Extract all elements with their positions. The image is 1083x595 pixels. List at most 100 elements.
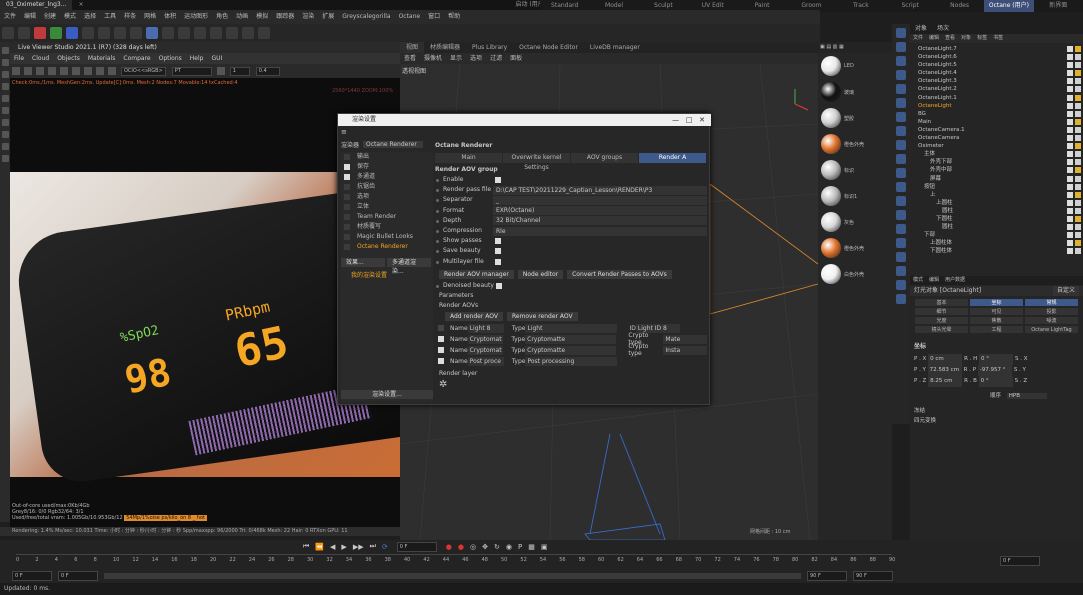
region-icon[interactable]: [72, 67, 80, 75]
aov-name-field[interactable]: Cryptomat: [467, 345, 504, 355]
knife-tool-icon[interactable]: [1, 107, 9, 114]
freeze-section[interactable]: 冻结: [914, 406, 936, 416]
field-checkbox[interactable]: [495, 177, 501, 184]
visibility-toggle[interactable]: [1067, 135, 1073, 142]
move-tool-icon[interactable]: [1, 47, 9, 54]
tag-icon[interactable]: [1075, 232, 1081, 239]
tag-icon[interactable]: [1075, 110, 1081, 117]
cube-icon[interactable]: [896, 56, 906, 66]
menu-item[interactable]: Greyscalegorilla: [338, 10, 394, 24]
field-checkbox[interactable]: [495, 248, 501, 255]
viewport-menu-item[interactable]: 过滤: [486, 53, 506, 64]
sidebar-checkbox[interactable]: [344, 214, 350, 220]
live-viewer-menu-item[interactable]: Materials: [84, 53, 120, 64]
viewport-tab[interactable]: Plus Library: [466, 42, 513, 53]
field-value[interactable]: Rle: [493, 226, 707, 236]
file-tab[interactable]: 03_Oximeter_lng3...: [0, 0, 73, 10]
viewport-menu-item[interactable]: 选项: [466, 53, 486, 64]
attribute-tab[interactable]: 用户数据: [942, 276, 968, 285]
octane-tab[interactable]: Main: [435, 153, 503, 163]
visibility-toggle[interactable]: [1067, 159, 1073, 166]
tag-icon[interactable]: [1075, 126, 1081, 133]
coord-value[interactable]: 0 °: [979, 354, 1014, 365]
sidebar-item[interactable]: 立体: [341, 202, 433, 212]
rotate-tool-icon[interactable]: [1, 59, 9, 66]
object-row[interactable]: 下圆柱体: [910, 247, 1083, 255]
tag-icon[interactable]: [1075, 143, 1081, 150]
menu-item[interactable]: 网格: [140, 10, 160, 24]
tag-icon[interactable]: [1075, 54, 1081, 61]
attribute-group-tab[interactable]: Octane LightTag: [1024, 325, 1079, 334]
render-picture-icon[interactable]: [114, 27, 126, 39]
visibility-toggle[interactable]: [1067, 151, 1073, 158]
object-row[interactable]: 上圆柱体: [910, 239, 1083, 247]
aov-checkbox[interactable]: [438, 347, 444, 354]
sidebar-checkbox[interactable]: [344, 174, 350, 180]
field-value[interactable]: _: [493, 195, 707, 205]
aov-name-field[interactable]: Post proce: [467, 356, 504, 366]
object-manager-menu-item[interactable]: 编辑: [926, 34, 942, 43]
right-frame-field[interactable]: 0 F: [1000, 556, 1040, 566]
num-field-1[interactable]: 1: [229, 66, 250, 76]
sidebar-checkbox[interactable]: [344, 224, 350, 230]
end-frame-field[interactable]: 90 F: [853, 571, 893, 581]
render-layer-section[interactable]: Render layer: [435, 369, 707, 379]
object-row[interactable]: 下部: [910, 231, 1083, 239]
render-aovs-section[interactable]: Render AOVs: [435, 301, 707, 311]
layout-tab[interactable]: Octane (用户): [984, 0, 1034, 12]
sky-icon[interactable]: [896, 252, 906, 262]
camera-icon[interactable]: [896, 140, 906, 150]
tag-icon[interactable]: [1075, 78, 1081, 85]
octane-tab[interactable]: AOV groups: [571, 153, 639, 163]
attribute-group-tab[interactable]: 噪波: [1024, 316, 1079, 325]
material-item[interactable]: LED: [818, 53, 892, 79]
record-icon[interactable]: ●: [446, 543, 452, 551]
visibility-toggle[interactable]: [1067, 102, 1073, 109]
aov-type-select[interactable]: Cryptomatte: [525, 334, 617, 344]
object-row[interactable]: OctaneLight.1: [910, 94, 1083, 102]
menu-item[interactable]: 窗口: [424, 10, 444, 24]
box-icon[interactable]: [896, 196, 906, 206]
menu-item[interactable]: 文件: [0, 10, 20, 24]
sidebar-item[interactable]: Magic Bullet Looks: [341, 232, 433, 242]
aov-checkbox[interactable]: [438, 336, 444, 343]
sidebar-item[interactable]: Octane Renderer: [341, 242, 433, 252]
object-row[interactable]: OctaneLight.3: [910, 77, 1083, 85]
layout-tab[interactable]: 新界面: [1034, 0, 1083, 12]
visibility-toggle[interactable]: [1067, 54, 1073, 61]
object-row[interactable]: 外壳中部: [910, 166, 1083, 174]
coord-value[interactable]: 0 °: [978, 376, 1013, 387]
close-icon[interactable]: — □ ✕: [672, 114, 705, 126]
visibility-toggle[interactable]: [1067, 86, 1073, 93]
object-manager-menu-item[interactable]: 对象: [958, 34, 974, 43]
field-icon[interactable]: [896, 210, 906, 220]
viewport-menu-item[interactable]: 面板: [506, 53, 526, 64]
visibility-toggle[interactable]: [1067, 110, 1073, 117]
prev-key-icon[interactable]: ⏪: [315, 543, 324, 551]
multipass-button[interactable]: 多通道渲染...: [387, 258, 431, 275]
order-select[interactable]: HPB: [1006, 393, 1047, 399]
sidebar-checkbox[interactable]: [344, 234, 350, 240]
object-row[interactable]: OctaneLight: [910, 102, 1083, 110]
attribute-group-tab[interactable]: 镜头光晕: [914, 325, 969, 334]
lock-icon[interactable]: [60, 67, 68, 75]
param-key-icon[interactable]: P: [518, 543, 522, 551]
aov-checkbox[interactable]: [438, 358, 444, 365]
sidebar-checkbox[interactable]: [344, 194, 350, 200]
renderer-select[interactable]: Octane Renderer: [363, 141, 424, 148]
light-icon[interactable]: [258, 27, 270, 39]
null-icon[interactable]: [896, 224, 906, 234]
visibility-toggle[interactable]: [1067, 78, 1073, 85]
material-item[interactable]: 橙色外壳: [818, 235, 892, 261]
tag-icon[interactable]: [1075, 183, 1081, 190]
remove-aov-button[interactable]: Remove render AOV: [506, 311, 578, 321]
layout-tab[interactable]: Track: [836, 0, 885, 12]
scale-tool-icon[interactable]: [1, 71, 9, 78]
visibility-toggle[interactable]: [1067, 143, 1073, 150]
hamburger-icon[interactable]: ≡: [341, 128, 349, 136]
array-icon[interactable]: [194, 27, 206, 39]
spline-icon[interactable]: [896, 42, 906, 52]
object-row[interactable]: 圆柱: [910, 223, 1083, 231]
text-icon[interactable]: [896, 70, 906, 80]
render-settings-button[interactable]: 渲染设置...: [341, 390, 433, 399]
